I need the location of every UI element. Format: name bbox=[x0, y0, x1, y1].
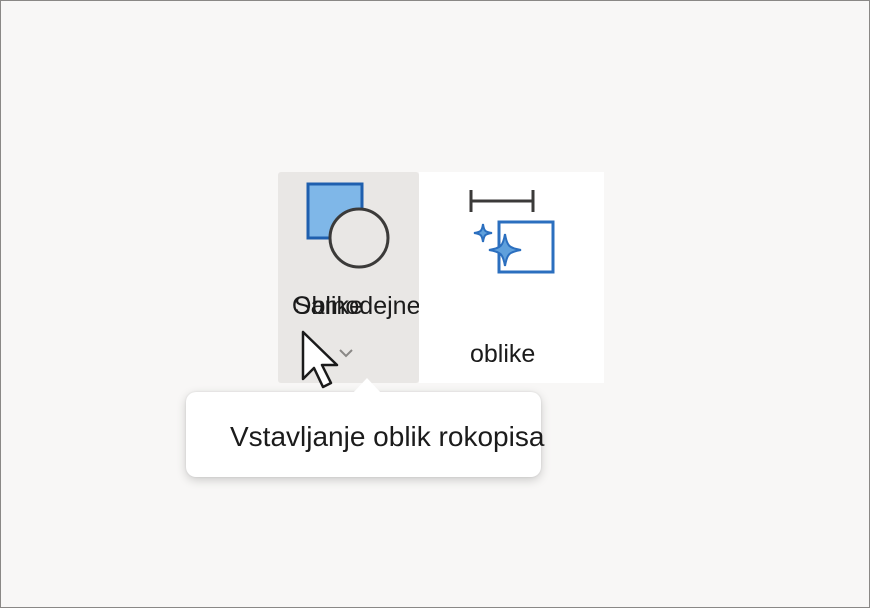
tooltip-text: Vstavljanje oblik rokopisa bbox=[230, 421, 545, 452]
auto-shapes-button[interactable]: oblike bbox=[419, 172, 604, 383]
auto-shapes-button-label: oblike bbox=[470, 340, 536, 368]
shapes-button-overlap-label: Samodejne bbox=[294, 292, 421, 320]
shapes-icon bbox=[306, 182, 390, 269]
tooltip: Vstavljanje oblik rokopisa bbox=[186, 392, 545, 477]
tooltip-beak bbox=[352, 378, 382, 394]
mouse-pointer-icon bbox=[301, 330, 339, 389]
ink-to-shape-sparkle-icon bbox=[469, 190, 555, 274]
